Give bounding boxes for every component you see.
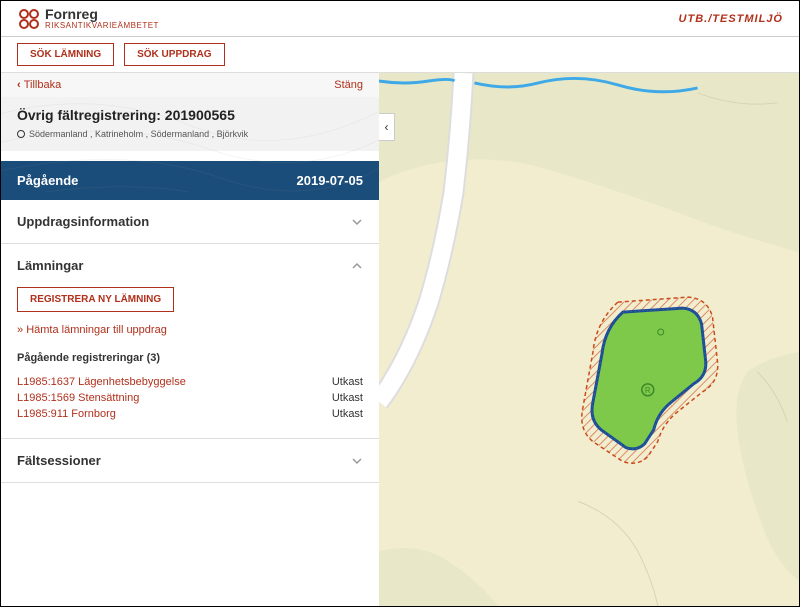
map-canvas: R (379, 73, 799, 606)
section-info-header[interactable]: Uppdragsinformation (1, 200, 379, 243)
chevron-down-icon (351, 455, 363, 467)
registration-link[interactable]: L1985:911 Fornborg (17, 408, 116, 420)
section-sessions: Fältsessioner (1, 439, 379, 483)
section-remnants-header[interactable]: Lämningar (1, 244, 379, 287)
registration-status: Utkast (332, 408, 363, 420)
app-name: Fornreg (45, 7, 159, 21)
list-item: L1985:911 Fornborg Utkast (17, 406, 363, 422)
section-remnants: Lämningar REGISTRERA NY LÄMNING Hämta lä… (1, 244, 379, 439)
search-remnant-button[interactable]: SÖK LÄMNING (17, 43, 114, 66)
section-sessions-header[interactable]: Fältsessioner (1, 439, 379, 482)
register-remnant-button[interactable]: REGISTRERA NY LÄMNING (17, 287, 174, 312)
section-info: Uppdragsinformation (1, 200, 379, 244)
environment-label: UTB./TESTMILJÖ (679, 13, 783, 25)
pending-registrations-header: Pågående registreringar (3) (17, 352, 363, 364)
location-row: Södermanland , Katrineholm , Södermanlan… (17, 129, 363, 139)
logo-icon (17, 7, 41, 31)
registration-link[interactable]: L1985:1637 Lägenhetsbebyggelse (17, 376, 186, 388)
registration-status: Utkast (332, 376, 363, 388)
search-assignment-button[interactable]: SÖK UPPDRAG (124, 43, 224, 66)
org-name: RIKSANTIKVARIEÄMBETET (45, 21, 159, 30)
logo-area: Fornreg RIKSANTIKVARIEÄMBETET (17, 7, 159, 31)
section-info-label: Uppdragsinformation (17, 214, 149, 229)
map-area[interactable]: ‹ (379, 73, 799, 606)
registration-list: L1985:1637 Lägenhetsbebyggelse Utkast L1… (17, 374, 363, 422)
location-pin-icon (17, 130, 25, 138)
close-link[interactable]: Stäng (334, 79, 363, 91)
chevron-up-icon (351, 260, 363, 272)
title-block: Övrig fältregistrering: 201900565 Söderm… (1, 97, 379, 151)
section-remnants-label: Lämningar (17, 258, 83, 273)
back-link[interactable]: Tillbaka (17, 79, 61, 91)
list-item: L1985:1637 Lägenhetsbebyggelse Utkast (17, 374, 363, 390)
collapse-sidebar-button[interactable]: ‹ (379, 113, 395, 141)
nav-row: Tillbaka Stäng (1, 73, 379, 97)
app-header: Fornreg RIKSANTIKVARIEÄMBETET UTB./TESTM… (1, 1, 799, 37)
toolbar: SÖK LÄMNING SÖK UPPDRAG (1, 37, 799, 73)
list-item: L1985:1569 Stensättning Utkast (17, 390, 363, 406)
location-text: Södermanland , Katrineholm , Södermanlan… (29, 129, 248, 139)
registration-status: Utkast (332, 392, 363, 404)
chevron-down-icon (351, 216, 363, 228)
fetch-remnants-link[interactable]: Hämta lämningar till uppdrag (17, 324, 363, 336)
registration-link[interactable]: L1985:1569 Stensättning (17, 392, 139, 404)
section-sessions-label: Fältsessioner (17, 453, 101, 468)
page-title: Övrig fältregistrering: 201900565 (17, 107, 363, 123)
main-layout: Tillbaka Stäng Övrig fältregistrering: 2… (1, 73, 799, 606)
section-remnants-body: REGISTRERA NY LÄMNING Hämta lämningar ti… (1, 287, 379, 438)
svg-text:R: R (645, 386, 651, 395)
sidebar: Tillbaka Stäng Övrig fältregistrering: 2… (1, 73, 379, 606)
